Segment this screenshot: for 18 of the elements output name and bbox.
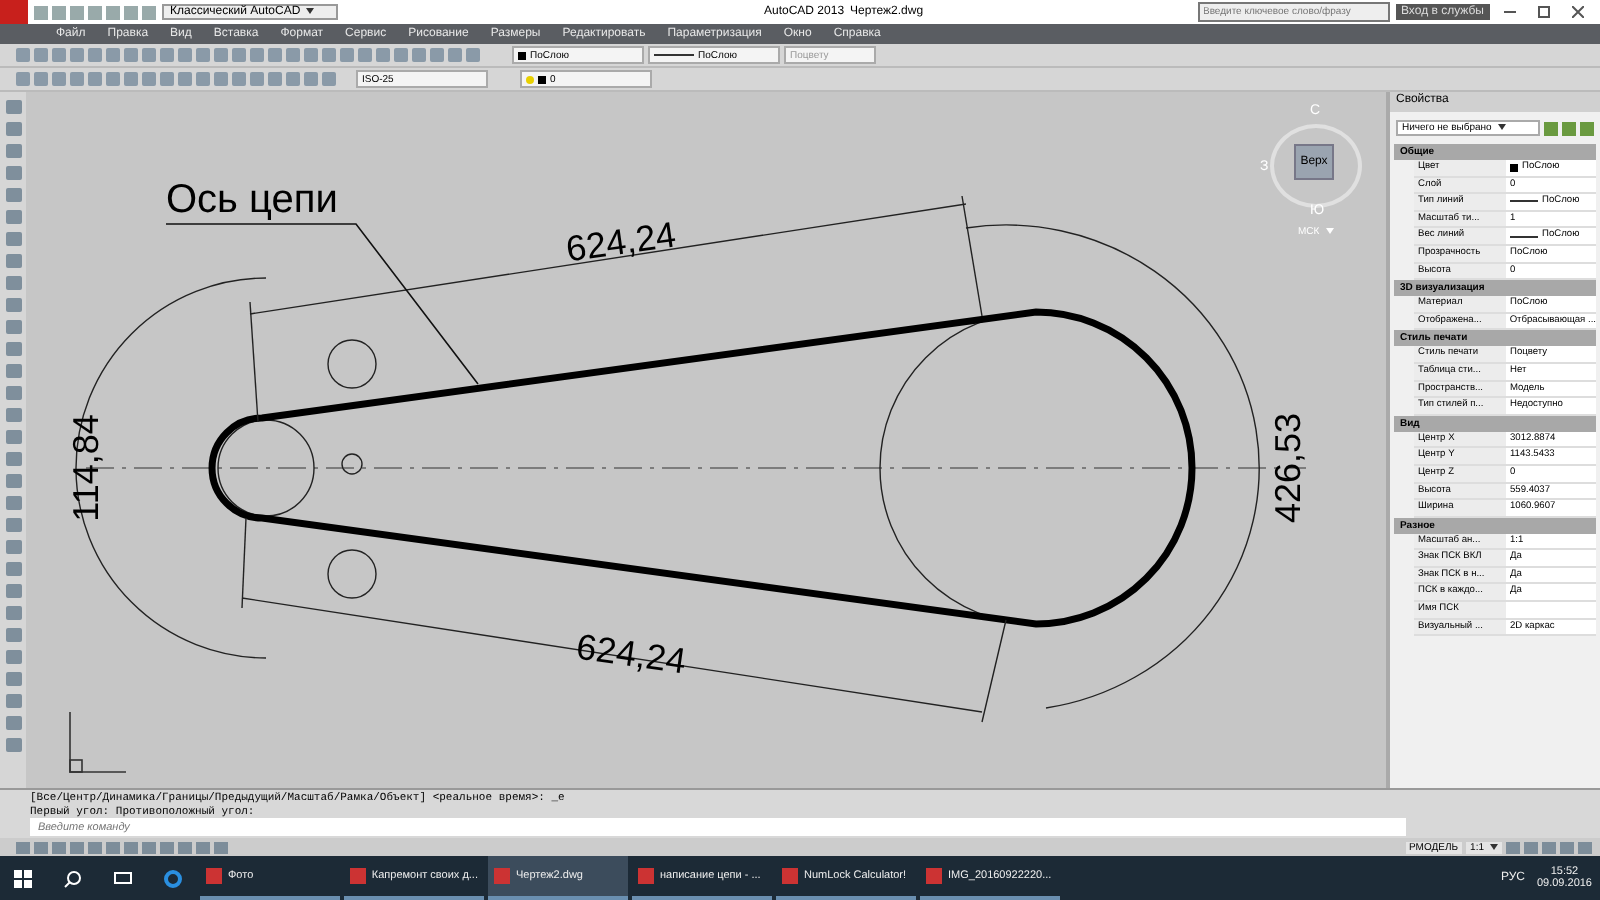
property-value-field[interactable] — [1506, 602, 1596, 618]
dimension-text: 426,53 — [1268, 412, 1308, 524]
hole-circle — [327, 339, 377, 389]
minimize-icon[interactable] — [1504, 6, 1516, 18]
dimension-text: 624,24 — [573, 626, 689, 682]
ucs-icon — [69, 711, 127, 773]
hole-circle — [327, 549, 377, 599]
maximize-icon[interactable] — [1538, 6, 1550, 18]
dimension-text: 114,84 — [66, 414, 106, 522]
search-icon[interactable] — [64, 869, 82, 887]
axis-label: Ось цепи — [166, 178, 338, 222]
hole-circle — [341, 453, 363, 475]
close-icon[interactable] — [1572, 6, 1584, 18]
browser-icon[interactable] — [164, 869, 182, 887]
task-view-icon[interactable] — [114, 870, 132, 886]
dimension-text: 624,24 — [563, 214, 679, 270]
sprocket-circle — [217, 419, 315, 517]
windows-start-icon[interactable] — [14, 869, 32, 887]
